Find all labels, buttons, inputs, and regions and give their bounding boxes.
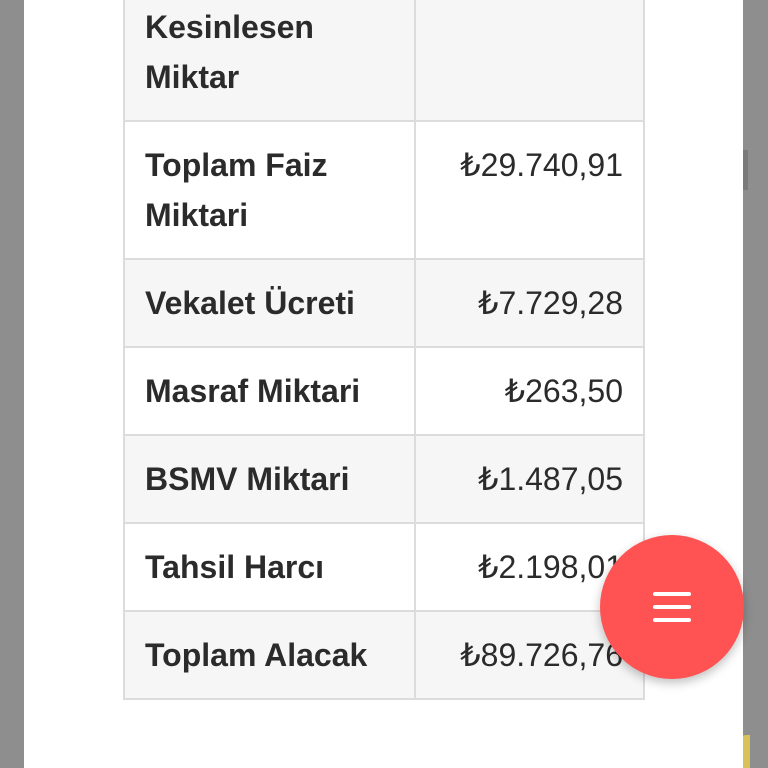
table-row: Toplam Faiz Miktari ₺29.740,91 <box>123 120 646 260</box>
row-value: ₺29.740,91 <box>413 120 646 260</box>
menu-icon <box>653 592 691 622</box>
row-value: ₺7.729,28 <box>413 258 646 348</box>
row-value: ₺263,50 <box>413 346 646 436</box>
row-label: Kesinlesen Miktar <box>123 0 416 122</box>
row-label: Tahsil Harcı <box>123 522 416 612</box>
table-row: Tahsil Harcı ₺2.198,01 <box>123 522 646 612</box>
row-value <box>413 0 646 122</box>
summary-table: Kesinlesen Miktar Toplam Faiz Miktari ₺2… <box>123 0 646 700</box>
row-label: Toplam Faiz Miktari <box>123 120 416 260</box>
row-value: ₺1.487,05 <box>413 434 646 524</box>
row-label: Toplam Alacak <box>123 610 416 700</box>
table-row: Toplam Alacak ₺89.726,76 <box>123 610 646 700</box>
row-label: Masraf Miktari <box>123 346 416 436</box>
table-row: Masraf Miktari ₺263,50 <box>123 346 646 436</box>
row-label: BSMV Miktari <box>123 434 416 524</box>
table-row: Vekalet Ücreti ₺7.729,28 <box>123 258 646 348</box>
table-row: Kesinlesen Miktar <box>123 0 646 122</box>
menu-fab-button[interactable] <box>600 535 744 679</box>
row-label: Vekalet Ücreti <box>123 258 416 348</box>
table-row: BSMV Miktari ₺1.487,05 <box>123 434 646 524</box>
